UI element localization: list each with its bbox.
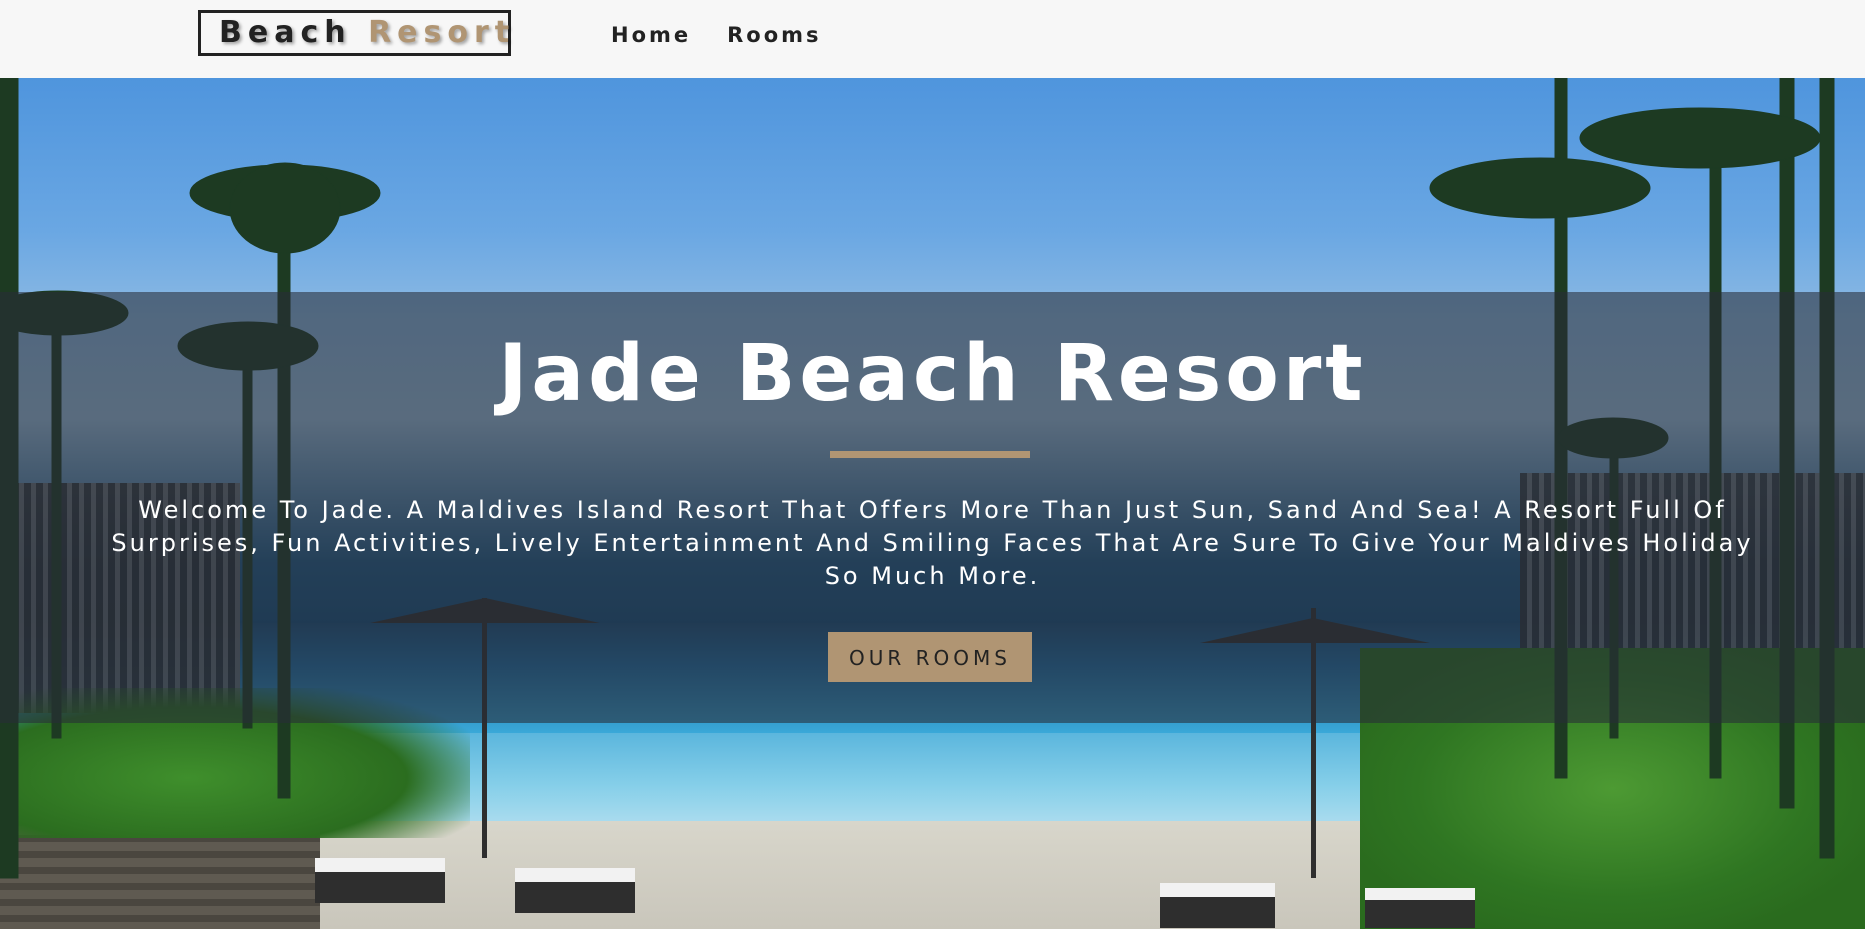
lounger-towel — [1160, 883, 1275, 897]
main-nav: Home Rooms — [611, 20, 858, 50]
lounger-towel — [315, 858, 445, 872]
hero-title: Jade Beach Resort — [498, 329, 1367, 419]
nav-link-home[interactable]: Home — [611, 20, 691, 50]
sun-lounger — [1365, 898, 1475, 928]
logo-text-accent: Resort — [368, 15, 516, 50]
site-logo[interactable]: Beach Resort — [198, 10, 511, 56]
hero-subtitle: Welcome To Jade. A Maldives Island Resor… — [111, 496, 1754, 590]
palm-frond — [1579, 107, 1821, 169]
lounger-towel — [1365, 888, 1475, 900]
title-divider — [830, 451, 1030, 458]
palm-frond — [1429, 157, 1651, 219]
our-rooms-button[interactable]: OUR ROOMS — [828, 632, 1032, 682]
lounger-towel — [515, 868, 635, 882]
sun-lounger — [515, 878, 635, 913]
nav-link-rooms[interactable]: Rooms — [727, 20, 821, 50]
sun-lounger — [1160, 893, 1275, 928]
navbar: Beach Resort Home Rooms — [0, 0, 1865, 78]
logo-text-primary: Beach — [219, 15, 352, 50]
palm-frond — [229, 162, 341, 254]
sun-lounger — [315, 868, 445, 903]
